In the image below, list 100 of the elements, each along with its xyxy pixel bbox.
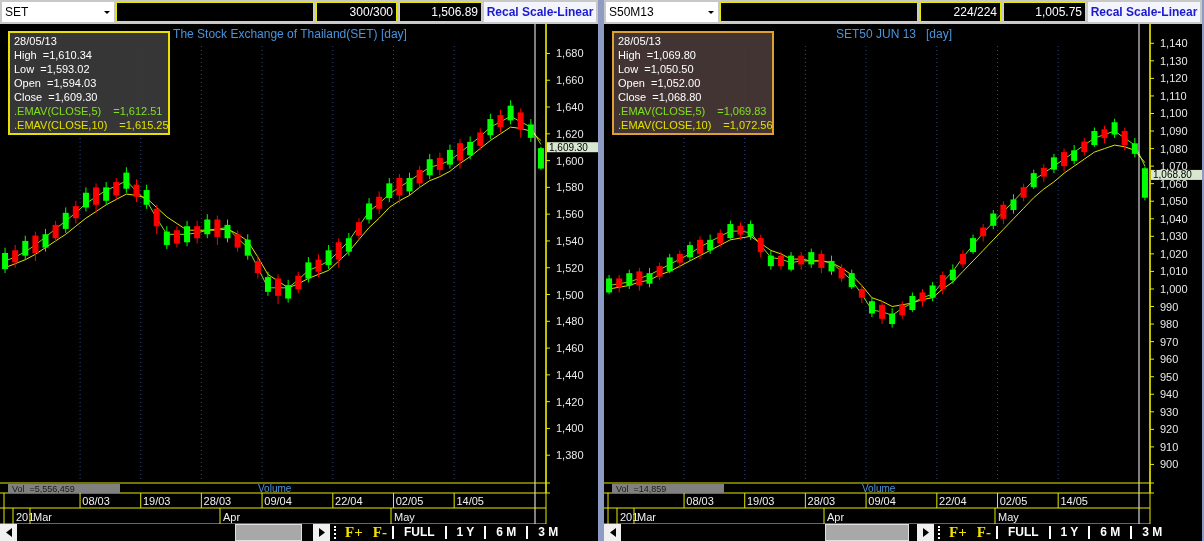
info-line: 28/05/13 xyxy=(618,34,662,48)
recal-scale-button[interactable]: Recal Scale-Linear xyxy=(1088,2,1200,22)
candle xyxy=(2,247,9,274)
candle xyxy=(1061,148,1068,172)
candle xyxy=(386,177,393,203)
month-label: Apr xyxy=(827,511,845,523)
zoom-button[interactable]: F- xyxy=(971,524,996,541)
axis-label: 1,020 xyxy=(1160,247,1188,260)
axis-label: 1,090 xyxy=(1160,125,1188,138)
month-label: 201 xyxy=(16,511,35,523)
volume-title: Volume xyxy=(862,483,896,494)
candle xyxy=(1131,137,1138,158)
series-value: =1,072.56 xyxy=(723,118,773,132)
candle xyxy=(1111,118,1118,139)
date-label: 08/03 xyxy=(82,495,110,507)
candle xyxy=(909,292,916,313)
candle xyxy=(163,225,170,250)
date-label: 22/04 xyxy=(939,495,967,507)
axis-label: 1,140 xyxy=(1160,37,1188,50)
range-button[interactable]: FULL xyxy=(995,526,1049,539)
candle xyxy=(899,300,906,320)
axis-label: 1,520 xyxy=(556,261,584,274)
range-button[interactable]: 3 M xyxy=(526,526,569,539)
candle xyxy=(959,249,966,269)
candle xyxy=(929,281,936,302)
candle xyxy=(949,263,956,285)
candle xyxy=(636,267,643,292)
candle xyxy=(537,146,544,171)
axis-label: 1,110 xyxy=(1160,89,1187,102)
date-label: 28/03 xyxy=(807,495,836,507)
axis-label: 1,010 xyxy=(1160,265,1188,278)
candle xyxy=(416,165,423,188)
symbol-dropdown[interactable]: S50M13 xyxy=(606,2,718,22)
range-button[interactable]: 3 M xyxy=(1130,526,1173,539)
candle xyxy=(244,233,251,261)
count-field: 300/300 xyxy=(316,2,397,22)
candle xyxy=(1081,137,1088,157)
month-label: 201 xyxy=(620,511,639,523)
recal-scale-button[interactable]: Recal Scale-Linear xyxy=(484,2,596,22)
scroll-thumb[interactable] xyxy=(825,524,909,541)
candle xyxy=(457,138,464,170)
series-value: =1,612.51 xyxy=(113,104,163,118)
scroll-left-button[interactable] xyxy=(604,524,621,541)
candle xyxy=(355,217,362,241)
range-button[interactable]: 6 M xyxy=(484,526,527,539)
scroll-thumb[interactable] xyxy=(235,524,302,541)
range-button[interactable]: FULL xyxy=(391,526,445,539)
zoom-button[interactable]: F- xyxy=(367,524,392,541)
candle xyxy=(666,253,673,274)
candle xyxy=(224,219,231,243)
zoom-button[interactable]: F+ xyxy=(340,524,368,541)
zoom-button[interactable]: F+ xyxy=(944,524,972,541)
axis-label: 980 xyxy=(1160,318,1179,331)
date-label: 02/05 xyxy=(999,495,1028,507)
candle xyxy=(467,136,474,160)
axis-label: 930 xyxy=(1160,405,1179,418)
candle xyxy=(335,237,342,269)
axis-label: 960 xyxy=(1160,353,1179,366)
scroll-right-button[interactable] xyxy=(313,524,330,541)
info-line: Low =1,050.50 xyxy=(618,62,695,76)
right-arrow-icon xyxy=(318,528,325,537)
symbol-dropdown[interactable]: SET xyxy=(2,2,114,22)
candle xyxy=(194,220,201,245)
candle xyxy=(507,99,514,125)
candle xyxy=(275,273,282,305)
month-label: Mar xyxy=(637,511,656,523)
axis-label: 1,620 xyxy=(556,127,584,140)
date-label: 14/05 xyxy=(456,495,484,507)
candle xyxy=(858,284,865,304)
scroll-right-button[interactable] xyxy=(917,524,934,541)
axis-label: 970 xyxy=(1160,335,1179,348)
info-line: Close =1,609.30 xyxy=(14,90,99,104)
range-button[interactable]: 1 Y xyxy=(1048,526,1089,539)
axis-label: 1,420 xyxy=(556,395,584,408)
range-button[interactable]: 1 Y xyxy=(444,526,485,539)
month-label: May xyxy=(394,511,415,523)
volume-title: Volume xyxy=(258,483,292,494)
date-label: 19/03 xyxy=(746,495,775,507)
info-line: Open =1,594.03 xyxy=(14,76,98,90)
candle xyxy=(798,251,805,271)
series-name: .EMAV(CLOSE,5) xyxy=(14,104,102,118)
month-label: May xyxy=(998,511,1019,523)
info-line: High =1,610.34 xyxy=(14,48,93,62)
candle xyxy=(315,253,322,278)
axis-label: 1,560 xyxy=(556,208,584,221)
candle xyxy=(868,297,875,318)
axis-label: 1,660 xyxy=(556,74,584,87)
axis-label: 900 xyxy=(1160,458,1179,471)
scroll-left-button[interactable] xyxy=(0,524,17,541)
candle xyxy=(676,249,683,269)
candle xyxy=(72,200,79,225)
axis-label: 1,580 xyxy=(556,181,584,194)
axis-label: 1,400 xyxy=(556,422,584,435)
candle xyxy=(143,184,150,210)
candle xyxy=(497,109,504,133)
candle xyxy=(838,263,845,283)
candle xyxy=(1141,166,1148,201)
range-button[interactable]: 6 M xyxy=(1088,526,1131,539)
candle xyxy=(345,232,352,257)
axis-label: 1,080 xyxy=(1160,142,1188,155)
